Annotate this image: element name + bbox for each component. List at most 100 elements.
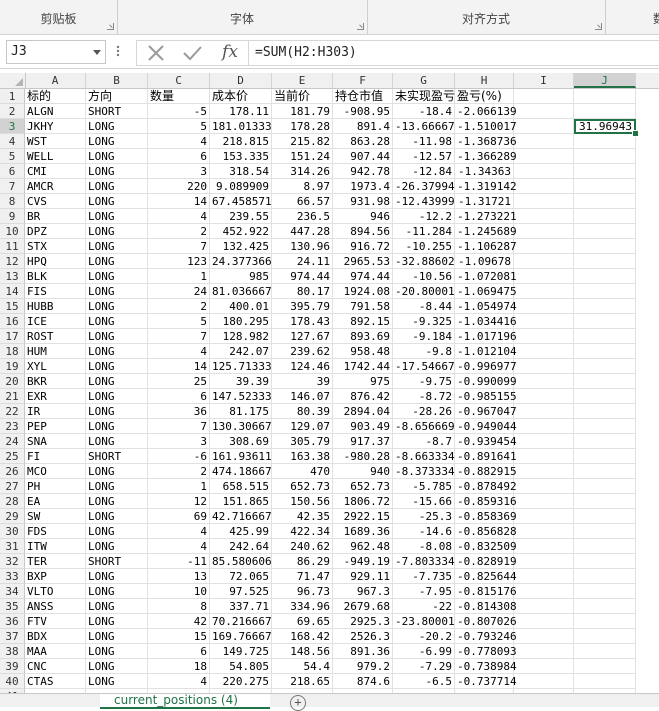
cell[interactable]: 447.28 <box>272 224 333 239</box>
cell[interactable]: 979.2 <box>333 659 393 674</box>
cell[interactable]: LONG <box>86 599 148 614</box>
cell[interactable]: -17.54667 <box>393 359 455 374</box>
cell[interactable]: LONG <box>86 314 148 329</box>
cell[interactable]: -8.72 <box>393 389 455 404</box>
cell[interactable]: -908.95 <box>333 104 393 119</box>
cell[interactable]: 18 <box>148 659 210 674</box>
cell[interactable]: MCO <box>25 464 86 479</box>
cell[interactable] <box>574 599 636 614</box>
cell[interactable]: 4 <box>148 344 210 359</box>
row-header[interactable]: 39 <box>0 659 25 674</box>
cell[interactable] <box>574 104 636 119</box>
cell[interactable]: -7.803334 <box>393 554 455 569</box>
dialog-launcher-icon[interactable] <box>595 23 602 30</box>
cell[interactable]: SHORT <box>86 104 148 119</box>
row-header[interactable]: 27 <box>0 479 25 494</box>
cell[interactable]: 1973.4 <box>333 179 393 194</box>
cell[interactable]: 239.55 <box>210 209 272 224</box>
active-cell[interactable]: 31.96943 <box>574 119 636 134</box>
cell[interactable] <box>514 629 574 644</box>
row-header[interactable]: 20 <box>0 374 25 389</box>
cell[interactable]: 907.44 <box>333 149 393 164</box>
cell[interactable]: LONG <box>86 209 148 224</box>
cell[interactable]: LONG <box>86 254 148 269</box>
cell[interactable]: 81.175 <box>210 404 272 419</box>
cell[interactable]: 81.036667 <box>210 284 272 299</box>
row-header[interactable]: 16 <box>0 314 25 329</box>
cell[interactable]: -0.939454 <box>455 434 517 449</box>
cell[interactable]: -0.778093 <box>455 644 517 659</box>
cell[interactable]: -0.878492 <box>455 479 517 494</box>
cell[interactable]: -1.366289 <box>455 149 517 164</box>
cell[interactable]: -0.985155 <box>455 389 517 404</box>
cell[interactable]: 148.56 <box>272 644 333 659</box>
cell[interactable]: 985 <box>210 269 272 284</box>
row-header[interactable]: 18 <box>0 344 25 359</box>
cell[interactable]: -12.2 <box>393 209 455 224</box>
row-header[interactable]: 26 <box>0 464 25 479</box>
cell[interactable]: 178.28 <box>272 119 333 134</box>
cell[interactable]: 12 <box>148 494 210 509</box>
cell[interactable]: 3 <box>148 434 210 449</box>
cell[interactable]: -7.735 <box>393 569 455 584</box>
cell[interactable]: -0.738984 <box>455 659 517 674</box>
cell[interactable] <box>574 164 636 179</box>
cell[interactable]: -23.80001 <box>393 614 455 629</box>
cell[interactable]: 929.11 <box>333 569 393 584</box>
cell[interactable] <box>514 644 574 659</box>
cell[interactable]: LONG <box>86 269 148 284</box>
cell[interactable]: ITW <box>25 539 86 554</box>
cell[interactable]: BLK <box>25 269 86 284</box>
cell[interactable]: 86.29 <box>272 554 333 569</box>
cell[interactable] <box>574 344 636 359</box>
cell[interactable]: 4 <box>148 674 210 689</box>
cell[interactable]: 395.79 <box>272 299 333 314</box>
cell[interactable]: 数量 <box>148 89 210 104</box>
cell[interactable]: DPZ <box>25 224 86 239</box>
cell[interactable]: 24.11 <box>272 254 333 269</box>
cell[interactable]: -7.95 <box>393 584 455 599</box>
cell[interactable]: 39 <box>272 374 333 389</box>
row-header[interactable]: 19 <box>0 359 25 374</box>
cell[interactable]: CTAS <box>25 674 86 689</box>
cell[interactable]: -9.325 <box>393 314 455 329</box>
cell[interactable]: 7 <box>148 239 210 254</box>
cell[interactable] <box>574 149 636 164</box>
cell[interactable]: IR <box>25 404 86 419</box>
cell[interactable]: 42.716667 <box>210 509 272 524</box>
cell[interactable]: LONG <box>86 614 148 629</box>
cell[interactable]: 69.65 <box>272 614 333 629</box>
cell[interactable]: WST <box>25 134 86 149</box>
cell[interactable]: LONG <box>86 524 148 539</box>
cell[interactable]: 54.4 <box>272 659 333 674</box>
cell[interactable] <box>514 599 574 614</box>
cell[interactable]: 70.216667 <box>210 614 272 629</box>
cell[interactable]: -25.3 <box>393 509 455 524</box>
row-header[interactable]: 9 <box>0 209 25 224</box>
cell[interactable] <box>574 374 636 389</box>
cell[interactable] <box>514 269 574 284</box>
cell[interactable]: 1 <box>148 479 210 494</box>
cell[interactable]: WELL <box>25 149 86 164</box>
cell[interactable]: 9.089909 <box>210 179 272 194</box>
cell[interactable]: 10 <box>148 584 210 599</box>
cell[interactable]: 917.37 <box>333 434 393 449</box>
cell[interactable] <box>514 524 574 539</box>
cell[interactable] <box>514 179 574 194</box>
cell[interactable]: 153.335 <box>210 149 272 164</box>
cell[interactable]: 1 <box>148 269 210 284</box>
cell[interactable]: -0.814308 <box>455 599 517 614</box>
cell[interactable]: BDX <box>25 629 86 644</box>
add-sheet-icon[interactable]: + <box>290 695 306 711</box>
cell[interactable]: 652.73 <box>333 479 393 494</box>
cell[interactable]: 标的 <box>25 89 86 104</box>
cell[interactable] <box>514 119 574 134</box>
cell[interactable]: LONG <box>86 149 148 164</box>
column-header-f[interactable]: F <box>333 73 393 88</box>
cell[interactable]: LONG <box>86 164 148 179</box>
cell[interactable]: -1.106287 <box>455 239 517 254</box>
cell[interactable]: 178.11 <box>210 104 272 119</box>
cell[interactable]: LONG <box>86 134 148 149</box>
cell[interactable]: CNC <box>25 659 86 674</box>
cell[interactable]: 2679.68 <box>333 599 393 614</box>
